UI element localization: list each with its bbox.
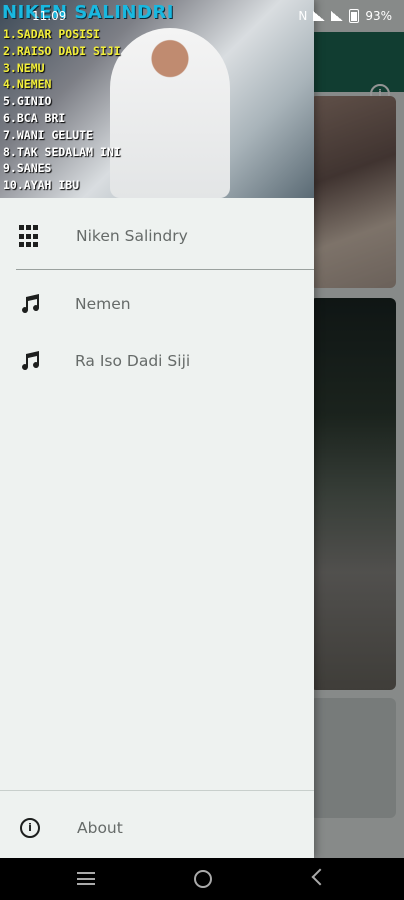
drawer-item-niken-salindry[interactable]: Niken Salindry: [0, 208, 314, 264]
header-song-item: 9.SANES: [3, 161, 52, 176]
drawer-item-ra-iso-dadi-siji[interactable]: Ra Iso Dadi Siji: [0, 333, 314, 389]
header-song-item: 10.AYAH IBU: [3, 178, 80, 193]
home-button[interactable]: [194, 870, 212, 888]
grid-icon: [18, 223, 43, 249]
header-song-item: 3.NEMU: [3, 60, 45, 75]
header-song-list: 1.SADAR POSISI 2.RAISO DADI SIJI 3.NEMU …: [3, 26, 121, 194]
system-nav-bar: [0, 858, 404, 900]
nfc-icon: N: [298, 9, 308, 23]
drawer-item-label: About: [77, 819, 123, 837]
battery-icon: [349, 9, 360, 23]
drawer-item-about[interactable]: i About: [0, 800, 314, 856]
info-icon: i: [20, 818, 40, 838]
drawer-item-nemen[interactable]: Nemen: [0, 276, 314, 332]
drawer-item-label: Ra Iso Dadi Siji: [75, 352, 191, 370]
singer-photo: [110, 28, 230, 198]
signal-icon: [331, 11, 344, 21]
drawer-divider: [0, 790, 314, 791]
drawer-item-label: Nemen: [75, 295, 131, 313]
status-time: 11.09: [32, 9, 67, 23]
header-song-item: 4.NEMEN: [3, 77, 52, 92]
header-song-item: 6.BCA BRI: [3, 110, 66, 125]
status-icons: N 93%: [298, 9, 392, 23]
recent-apps-button[interactable]: [77, 872, 95, 885]
back-button[interactable]: [311, 868, 329, 886]
header-song-item: 5.GINIO: [3, 94, 52, 109]
music-note-icon: [18, 292, 42, 316]
status-bar: 11.09 N 93%: [0, 0, 404, 32]
header-song-item: 7.WANI GELUTE: [3, 127, 94, 142]
drawer-item-label: Niken Salindry: [76, 227, 188, 245]
music-note-icon: [18, 349, 42, 373]
navigation-drawer: NIKEN SALINDRI 1.SADAR POSISI 2.RAISO DA…: [0, 0, 314, 858]
battery-percent: 93%: [365, 9, 392, 23]
drawer-divider: [16, 269, 314, 270]
signal-icon: [313, 11, 326, 21]
header-song-item: 2.RAISO DADI SIJI: [3, 43, 121, 58]
header-song-item: 8.TAK SEDALAM INI: [3, 144, 121, 159]
